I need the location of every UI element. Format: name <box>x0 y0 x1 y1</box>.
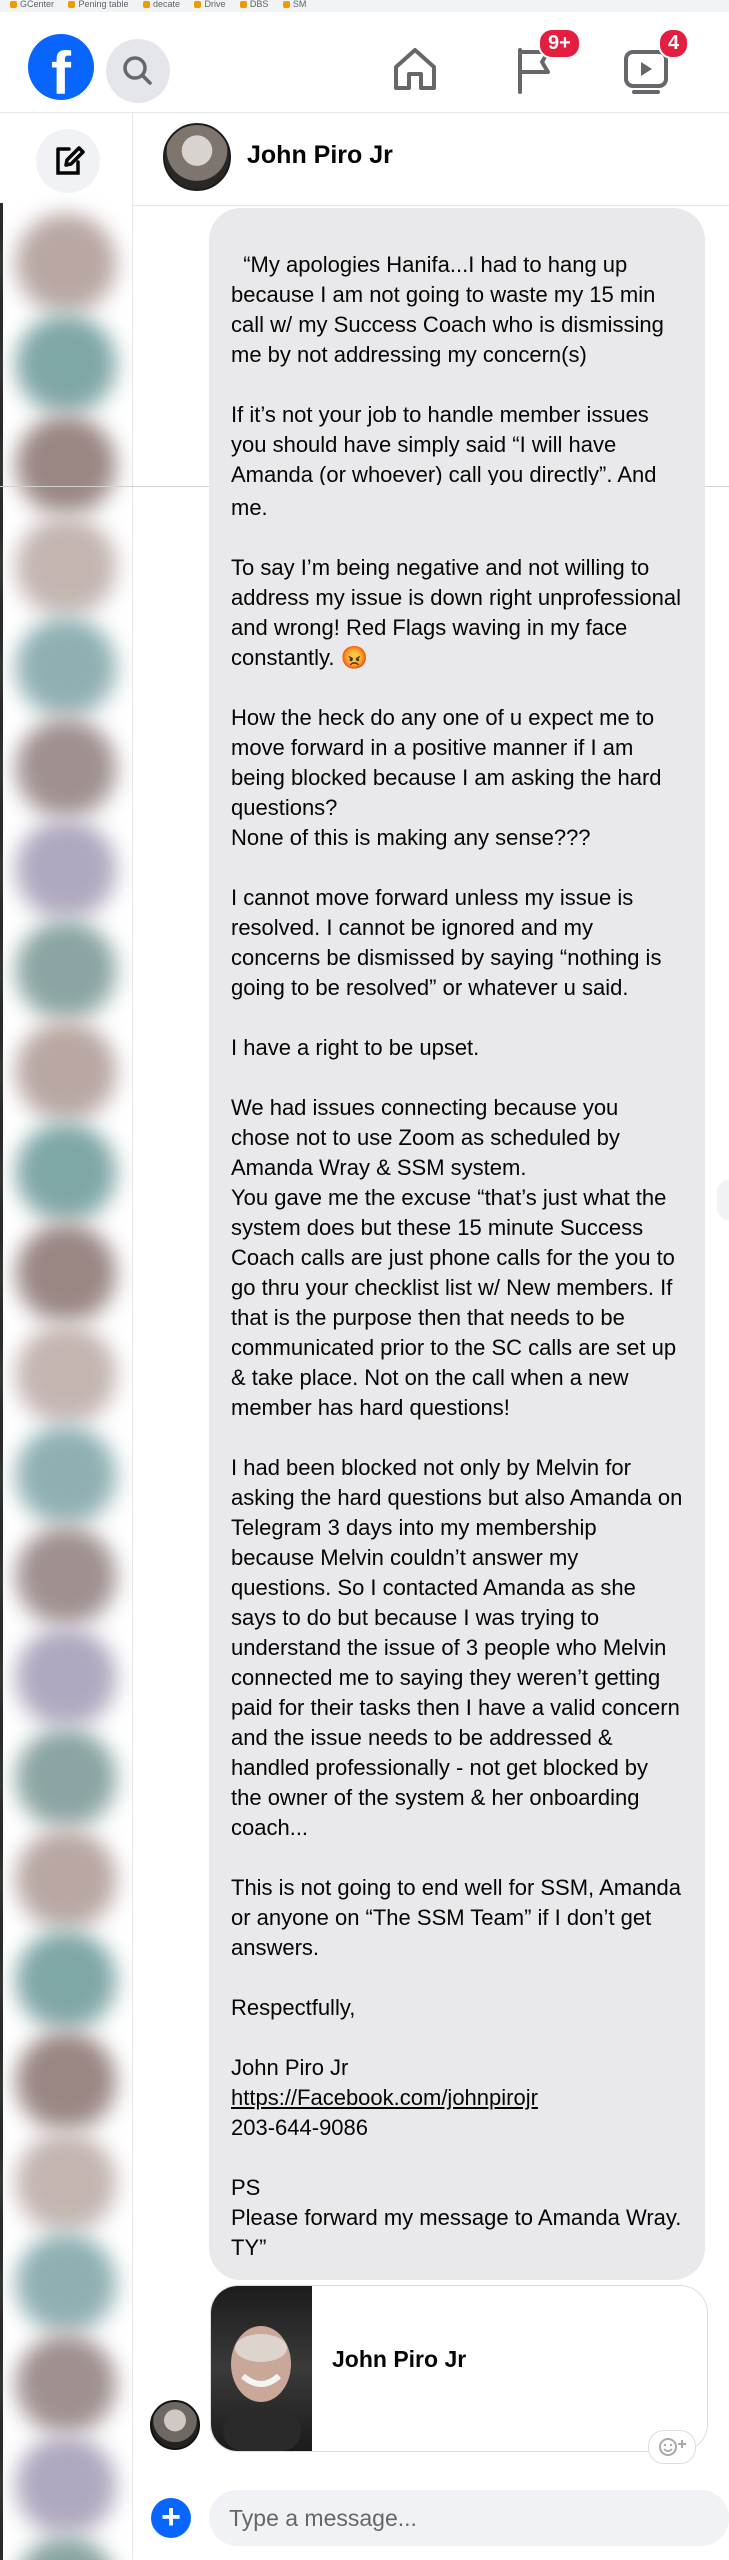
bookmark-item[interactable]: SM <box>282 0 306 9</box>
chat-list-avatar[interactable] <box>14 213 118 317</box>
contact-name[interactable]: John Piro Jr <box>247 141 393 170</box>
scroll-handle[interactable] <box>717 1180 729 1220</box>
compose-icon <box>56 146 85 175</box>
avatar[interactable] <box>163 123 231 191</box>
message-text: “My apologies Hanifa...I had to hang up … <box>231 252 664 487</box>
profile-link[interactable]: https://Facebook.com/johnpirojr <box>231 2085 538 2110</box>
chat-list-avatar[interactable] <box>14 2536 118 2560</box>
chat-list-avatar[interactable] <box>14 2435 118 2539</box>
chat-list-sidebar <box>0 113 133 2560</box>
chat-list-avatar[interactable] <box>14 2233 118 2337</box>
chat-list-avatar[interactable] <box>14 2334 118 2438</box>
notification-badge: 9+ <box>538 28 581 59</box>
smiley-plus-icon <box>659 2438 686 2456</box>
bookmark-icon <box>194 1 202 9</box>
search-button[interactable] <box>106 39 170 103</box>
chat-list-avatar[interactable] <box>14 1526 118 1630</box>
message-composer: + <box>133 2482 729 2560</box>
chat-list-avatar[interactable] <box>14 1829 118 1933</box>
bookmark-icon <box>10 1 17 9</box>
chat-list-avatar[interactable] <box>14 2132 118 2236</box>
chat-list-avatar[interactable] <box>14 1223 118 1327</box>
chat-list-avatar[interactable] <box>14 1425 118 1529</box>
bookmark-item[interactable]: Drive <box>194 0 225 9</box>
reaction-button[interactable] <box>648 2430 696 2464</box>
search-icon <box>123 56 152 85</box>
chat-list-avatar[interactable] <box>14 718 118 822</box>
window-edge <box>0 203 3 2560</box>
chat-list-avatar[interactable] <box>14 1930 118 2034</box>
chat-list-avatar[interactable] <box>14 617 118 721</box>
message-text: 203-644-9086 PS Please forward my messag… <box>231 2115 682 2260</box>
bookmark-item[interactable]: DBS <box>239 0 268 9</box>
avatar[interactable] <box>150 2400 200 2450</box>
plus-icon: + <box>161 2498 181 2536</box>
bookmark-item[interactable]: Pening table <box>68 0 129 9</box>
chat-list-avatar[interactable] <box>14 1324 118 1428</box>
profile-photo <box>211 2286 312 2451</box>
chat-list-avatar[interactable] <box>14 1122 118 1226</box>
facebook-logo[interactable]: f <box>28 34 94 100</box>
new-message-button[interactable] <box>36 129 100 193</box>
home-icon <box>394 48 436 90</box>
message-text: me. To say I’m being negative and not wi… <box>231 495 683 2080</box>
bookmark-icon <box>68 1 76 9</box>
shared-profile-card[interactable]: John Piro Jr <box>210 2285 708 2452</box>
notification-badge: 4 <box>658 28 690 59</box>
profile-card-name: John Piro Jr <box>332 2346 467 2372</box>
more-actions-button[interactable]: + <box>151 2498 191 2538</box>
bookmark-icon <box>142 1 150 9</box>
chat-list-avatar[interactable] <box>14 415 118 519</box>
chat-list-avatar[interactable] <box>14 819 118 923</box>
top-navigation-bar: f 9+ 4 <box>0 12 729 113</box>
bookmark-item[interactable]: GCenter <box>10 0 54 9</box>
chat-list-avatar[interactable] <box>14 1021 118 1125</box>
chat-list-avatar[interactable] <box>14 314 118 418</box>
message-bubble: “My apologies Hanifa...I had to hang up … <box>209 208 705 490</box>
pages-button[interactable]: 9+ <box>500 28 581 104</box>
conversation-header: John Piro Jr <box>133 113 729 206</box>
chat-list-avatar[interactable] <box>14 920 118 1024</box>
chat-list-avatar[interactable] <box>14 1627 118 1731</box>
chat-list-avatar[interactable] <box>14 2031 118 2135</box>
bookmark-icon <box>282 1 290 9</box>
chat-list-avatar[interactable] <box>14 516 118 620</box>
bookmark-item[interactable]: decate <box>142 0 180 9</box>
message-bubble: me. To say I’m being negative and not wi… <box>209 485 705 2280</box>
chat-list-avatar[interactable] <box>14 1728 118 1832</box>
person-photo-icon <box>223 2326 301 2451</box>
home-button[interactable] <box>380 34 450 104</box>
message-input[interactable] <box>209 2490 729 2546</box>
watch-button[interactable]: 4 <box>612 28 690 104</box>
bookmark-icon <box>239 1 247 9</box>
